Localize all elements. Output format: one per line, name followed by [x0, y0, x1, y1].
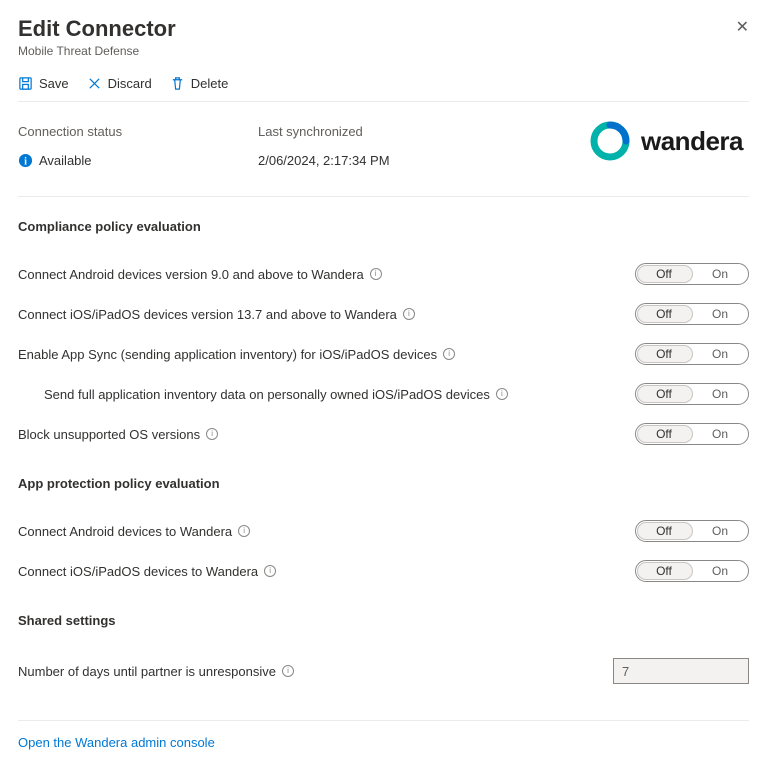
panel-title: Edit Connector — [18, 16, 749, 42]
setting-label-text: Connect iOS/iPadOS devices to Wandera — [18, 564, 258, 579]
setting-row: Enable App Sync (sending application inv… — [18, 334, 749, 374]
setting-label-text: Enable App Sync (sending application inv… — [18, 347, 437, 362]
setting-row: Send full application inventory data on … — [18, 374, 749, 414]
toggle-off-label: Off — [636, 564, 692, 578]
divider — [18, 720, 749, 721]
connection-status-text: Available — [39, 153, 92, 168]
days-unresponsive-row: Number of days until partner is unrespon… — [18, 648, 749, 702]
vendor-brand-name: wandera — [641, 126, 743, 157]
days-unresponsive-input[interactable] — [613, 658, 749, 684]
toggle-off-label: Off — [636, 267, 692, 281]
toggle-on-label: On — [692, 267, 748, 281]
toggle-on-label: On — [692, 387, 748, 401]
setting-label: Block unsupported OS versions i — [18, 427, 218, 442]
toggle-switch[interactable]: OffOn — [635, 303, 749, 325]
toggle-off-label: Off — [636, 307, 692, 321]
save-label: Save — [39, 76, 69, 91]
last-sync-label: Last synchronized — [258, 124, 498, 139]
save-button[interactable]: Save — [18, 76, 69, 91]
vendor-brand: wandera — [589, 120, 743, 162]
setting-row: Connect iOS/iPadOS devices to Wandera i Of… — [18, 551, 749, 591]
toolbar: Save Discard Delete — [18, 68, 749, 102]
info-icon[interactable]: i — [238, 525, 250, 537]
discard-button[interactable]: Discard — [87, 76, 152, 91]
days-unresponsive-text: Number of days until partner is unrespon… — [18, 664, 276, 679]
last-sync-value: 2/06/2024, 2:17:34 PM — [258, 153, 498, 168]
connection-status-col: Connection status i Available — [18, 124, 258, 168]
setting-row: Block unsupported OS versions i OffOn — [18, 414, 749, 454]
setting-row: Connect Android devices version 9.0 and … — [18, 254, 749, 294]
setting-label-text: Connect Android devices version 9.0 and … — [18, 267, 364, 282]
app-protection-section: App protection policy evaluation Connect… — [18, 476, 749, 591]
setting-label-text: Connect Android devices to Wandera — [18, 524, 232, 539]
close-icon: ✕ — [736, 19, 749, 36]
info-icon[interactable]: i — [370, 268, 382, 280]
setting-label: Connect iOS/iPadOS devices version 13.7 … — [18, 307, 415, 322]
shared-settings-section: Shared settings Number of days until par… — [18, 613, 749, 702]
toggle-on-label: On — [692, 347, 748, 361]
info-icon[interactable]: i — [496, 388, 508, 400]
delete-label: Delete — [191, 76, 229, 91]
save-icon — [18, 76, 33, 91]
setting-row: Connect iOS/iPadOS devices version 13.7 … — [18, 294, 749, 334]
setting-row: Connect Android devices to Wandera i OffOn — [18, 511, 749, 551]
toggle-off-label: Off — [636, 387, 692, 401]
toggle-on-label: On — [692, 307, 748, 321]
setting-label: Connect iOS/iPadOS devices to Wandera i — [18, 564, 276, 579]
info-icon[interactable]: i — [206, 428, 218, 440]
last-sync-col: Last synchronized 2/06/2024, 2:17:34 PM — [258, 124, 498, 168]
panel-header: Edit Connector Mobile Threat Defense ✕ — [18, 16, 749, 58]
setting-label-text: Block unsupported OS versions — [18, 427, 200, 442]
info-icon[interactable]: i — [264, 565, 276, 577]
setting-label-text: Send full application inventory data on … — [44, 387, 490, 402]
toggle-switch[interactable]: OffOn — [635, 383, 749, 405]
toggle-off-label: Off — [636, 347, 692, 361]
toggle-on-label: On — [692, 427, 748, 441]
compliance-section-title: Compliance policy evaluation — [18, 219, 749, 234]
open-admin-console-link[interactable]: Open the Wandera admin console — [18, 735, 215, 750]
info-icon[interactable]: i — [443, 348, 455, 360]
toggle-switch[interactable]: OffOn — [635, 520, 749, 542]
status-row: Connection status i Available Last synch… — [18, 102, 749, 197]
panel-subtitle: Mobile Threat Defense — [18, 44, 749, 58]
toggle-off-label: Off — [636, 524, 692, 538]
setting-label: Connect Android devices version 9.0 and … — [18, 267, 382, 282]
toggle-on-label: On — [692, 524, 748, 538]
app-protection-section-title: App protection policy evaluation — [18, 476, 749, 491]
discard-label: Discard — [108, 76, 152, 91]
setting-label: Enable App Sync (sending application inv… — [18, 347, 455, 362]
setting-label: Connect Android devices to Wandera i — [18, 524, 250, 539]
delete-icon — [170, 76, 185, 91]
connection-status-value: i Available — [18, 153, 258, 168]
connection-status-label: Connection status — [18, 124, 258, 139]
toggle-switch[interactable]: OffOn — [635, 560, 749, 582]
toggle-off-label: Off — [636, 427, 692, 441]
info-status-icon: i — [18, 153, 33, 168]
toggle-switch[interactable]: OffOn — [635, 343, 749, 365]
info-icon[interactable]: i — [403, 308, 415, 320]
compliance-section: Compliance policy evaluation Connect And… — [18, 219, 749, 454]
delete-button[interactable]: Delete — [170, 76, 229, 91]
wandera-logo-icon — [589, 120, 631, 162]
setting-label-text: Connect iOS/iPadOS devices version 13.7 … — [18, 307, 397, 322]
toggle-on-label: On — [692, 564, 748, 578]
toggle-switch[interactable]: OffOn — [635, 423, 749, 445]
shared-settings-title: Shared settings — [18, 613, 749, 628]
discard-icon — [87, 76, 102, 91]
info-icon[interactable]: i — [282, 665, 294, 677]
days-unresponsive-label: Number of days until partner is unrespon… — [18, 664, 294, 679]
toggle-switch[interactable]: OffOn — [635, 263, 749, 285]
setting-label: Send full application inventory data on … — [18, 387, 508, 402]
svg-text:i: i — [24, 156, 27, 167]
close-button[interactable]: ✕ — [736, 20, 749, 36]
